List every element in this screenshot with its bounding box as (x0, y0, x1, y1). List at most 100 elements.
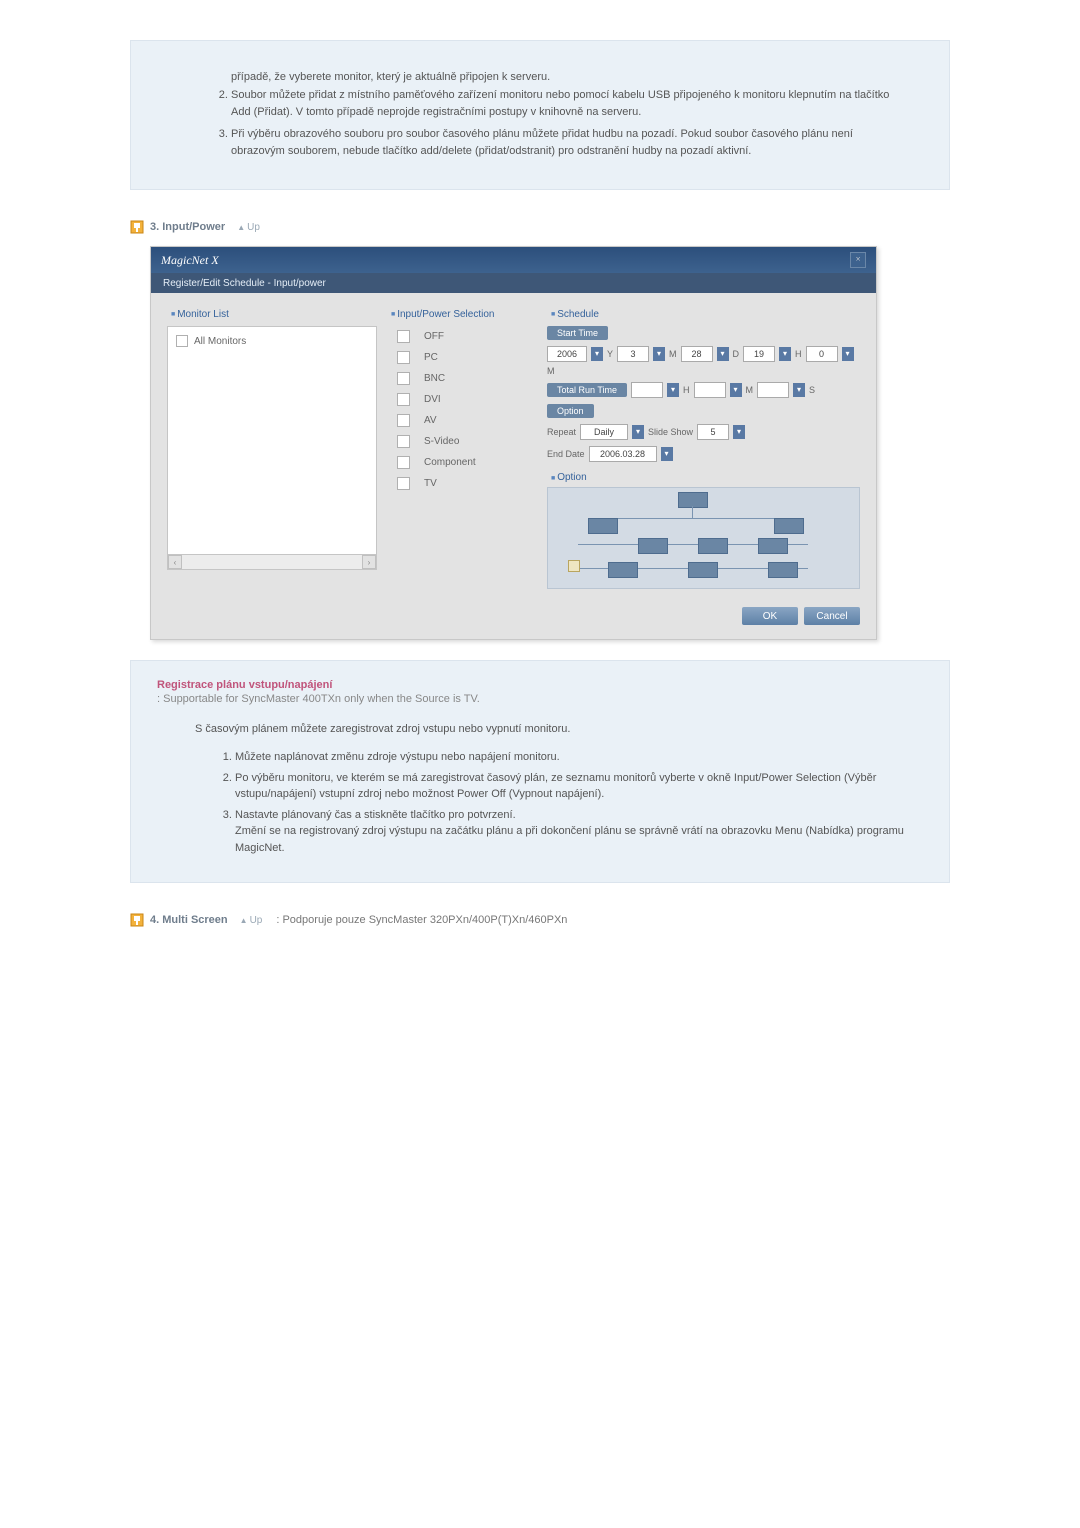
hour-field[interactable]: 19 (743, 346, 775, 362)
end-date-label: End Date (547, 449, 585, 459)
input-label: PC (424, 352, 438, 363)
monitor-item-label: All Monitors (194, 336, 246, 347)
end-date-field[interactable]: 2006.03.28 (589, 446, 657, 462)
up-link-3[interactable]: ▲Up (237, 222, 260, 233)
up-triangle-icon: ▲ (237, 223, 245, 232)
total-run-pill: Total Run Time (547, 383, 627, 397)
input-label: AV (424, 415, 437, 426)
diagram-node-icon (588, 518, 618, 534)
input-item-av[interactable]: AV (387, 410, 537, 431)
up-label: Up (247, 222, 260, 233)
input-item-pc[interactable]: PC (387, 347, 537, 368)
cancel-button[interactable]: Cancel (804, 607, 860, 625)
run-minute-label: M (746, 385, 754, 395)
input-item-component[interactable]: Component (387, 452, 537, 473)
input-item-bnc[interactable]: BNC (387, 368, 537, 389)
description-title: Registrace plánu vstupu/napájení (157, 679, 923, 691)
section-3-header: 3. Input/Power ▲Up (130, 220, 1080, 234)
section-3-title: 3. Input/Power (150, 221, 225, 233)
checkbox-icon[interactable] (397, 351, 410, 364)
hour-label: H (795, 349, 802, 359)
up-label: Up (250, 915, 263, 926)
checkbox-icon[interactable] (176, 335, 188, 347)
minute-field[interactable]: 0 (806, 346, 838, 362)
input-power-panel: Input/Power Selection OFF PC BNC DVI AV … (387, 309, 537, 589)
diagram-node-icon (678, 492, 708, 508)
dropdown-icon[interactable]: ▾ (591, 347, 603, 361)
dropdown-icon[interactable]: ▾ (653, 347, 665, 361)
desc-item-1: Můžete naplánovat změnu zdroje výstupu n… (235, 749, 923, 766)
top-item-2: Soubor můžete přidat z místního paměťové… (231, 87, 909, 120)
total-run-row: Total Run Time ▾ H ▾ M ▾ S (547, 382, 860, 398)
input-item-tv[interactable]: TV (387, 473, 537, 494)
monitor-item-all[interactable]: All Monitors (176, 335, 368, 347)
checkbox-icon[interactable] (397, 393, 410, 406)
continuation-box: případě, že vyberete monitor, který je a… (130, 40, 950, 190)
pin-icon (130, 913, 144, 927)
run-hour-field[interactable] (631, 382, 663, 398)
run-minute-field[interactable] (694, 382, 726, 398)
dropdown-icon[interactable]: ▾ (730, 383, 742, 397)
top-ordered-list: Soubor můžete přidat z místního paměťové… (231, 87, 909, 159)
dropdown-icon[interactable]: ▾ (661, 447, 673, 461)
option-pill[interactable]: Option (547, 404, 594, 418)
description-note: S časovým plánem můžete zaregistrovat zd… (195, 723, 923, 735)
diagram-node-icon (774, 518, 804, 534)
dropdown-icon[interactable]: ▾ (793, 383, 805, 397)
dropdown-icon[interactable]: ▾ (842, 347, 854, 361)
checkbox-icon[interactable] (397, 330, 410, 343)
day-field[interactable]: 28 (681, 346, 713, 362)
up-triangle-icon: ▲ (240, 916, 248, 925)
close-icon[interactable]: × (850, 252, 866, 268)
checkbox-icon[interactable] (397, 477, 410, 490)
input-item-svideo[interactable]: S-Video (387, 431, 537, 452)
schedule-header: Schedule (551, 309, 860, 320)
input-label: OFF (424, 331, 444, 342)
input-label: DVI (424, 394, 441, 405)
checkbox-icon[interactable] (397, 414, 410, 427)
dropdown-icon[interactable]: ▾ (733, 425, 745, 439)
input-item-off[interactable]: OFF (387, 326, 537, 347)
section-4-note: : Podporuje pouze SyncMaster 320PXn/400P… (276, 914, 567, 926)
up-link-4[interactable]: ▲Up (240, 915, 263, 926)
run-second-field[interactable] (757, 382, 789, 398)
ok-button[interactable]: OK (742, 607, 798, 625)
checkbox-icon[interactable] (397, 456, 410, 469)
input-label: BNC (424, 373, 445, 384)
dropdown-icon[interactable]: ▾ (632, 425, 644, 439)
scroll-left-icon[interactable]: ‹ (168, 555, 182, 569)
input-label: S-Video (424, 436, 459, 447)
magicnet-window: MagicNet X × Register/Edit Schedule - In… (150, 246, 877, 640)
dropdown-icon[interactable]: ▾ (779, 347, 791, 361)
desc-item-2: Po výběru monitoru, ve kterém se má zare… (235, 770, 923, 803)
repeat-field[interactable]: Daily (580, 424, 628, 440)
start-time-pill: Start Time (547, 326, 608, 340)
section-4-header: 4. Multi Screen ▲Up : Podporuje pouze Sy… (130, 913, 1080, 927)
window-button-row: OK Cancel (151, 597, 876, 639)
run-hour-label: H (683, 385, 690, 395)
input-label: TV (424, 478, 437, 489)
dropdown-icon[interactable]: ▾ (717, 347, 729, 361)
year-field[interactable]: 2006 (547, 346, 587, 362)
schedule-panel: Schedule Start Time 2006▾Y 3▾M 28▾D 19▾H… (547, 309, 860, 589)
year-label: Y (607, 349, 613, 359)
app-title: MagicNet X (161, 253, 219, 268)
monitor-list-box[interactable]: All Monitors ‹ › (167, 326, 377, 570)
run-second-label: S (809, 385, 815, 395)
checkbox-icon[interactable] (397, 372, 410, 385)
diagram-line (692, 506, 693, 518)
input-power-header: Input/Power Selection (391, 309, 537, 320)
section-4-title: 4. Multi Screen (150, 914, 228, 926)
month-field[interactable]: 3 (617, 346, 649, 362)
description-box: Registrace plánu vstupu/napájení : Suppo… (130, 660, 950, 883)
dropdown-icon[interactable]: ▾ (667, 383, 679, 397)
diagram-node-icon (638, 538, 668, 554)
input-item-dvi[interactable]: DVI (387, 389, 537, 410)
slideshow-field[interactable]: 5 (697, 424, 729, 440)
checkbox-icon[interactable] (397, 435, 410, 448)
horizontal-scrollbar[interactable]: ‹ › (168, 554, 376, 569)
scroll-right-icon[interactable]: › (362, 555, 376, 569)
input-label: Component (424, 457, 476, 468)
repeat-row: Repeat Daily▾ Slide Show 5▾ (547, 424, 860, 440)
continuation-line: případě, že vyberete monitor, který je a… (231, 71, 909, 83)
